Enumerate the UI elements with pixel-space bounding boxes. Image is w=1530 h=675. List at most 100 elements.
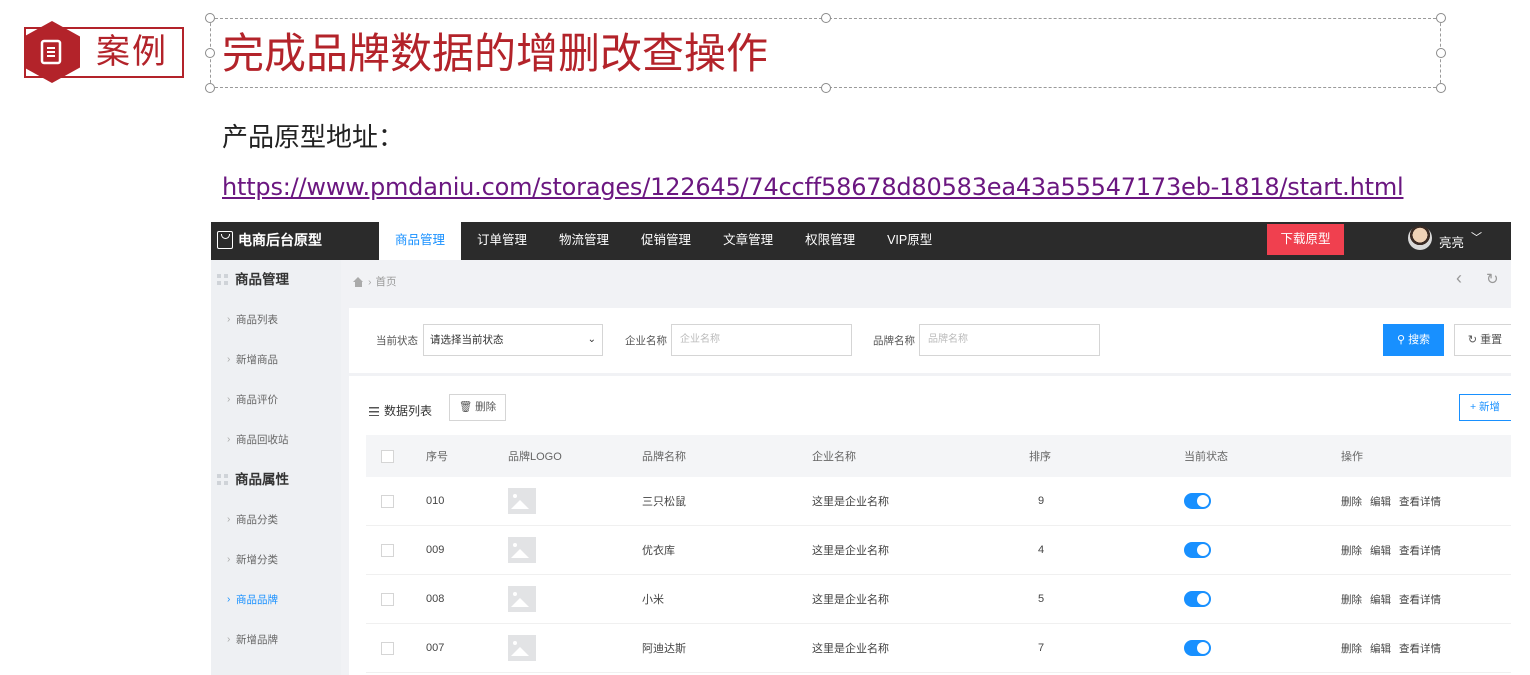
sidebar: 商品管理 商品列表 新增商品 商品评价 商品回收站 商品属性 商品分类 新增分类…: [211, 260, 341, 675]
row-delete-link[interactable]: 删除: [1341, 592, 1362, 607]
sidebar-item-add-brand[interactable]: 新增品牌: [211, 620, 341, 660]
resize-handle[interactable]: [821, 13, 831, 23]
row-detail-link[interactable]: 查看详情: [1399, 641, 1441, 656]
status-toggle[interactable]: [1184, 493, 1211, 509]
row-detail-link[interactable]: 查看详情: [1399, 494, 1441, 509]
resize-handle[interactable]: [205, 83, 215, 93]
resize-handle[interactable]: [821, 83, 831, 93]
breadcrumb: › 首页: [353, 274, 397, 289]
sidebar-item-product-list[interactable]: 商品列表: [211, 300, 341, 340]
nav-item-vip[interactable]: VIP原型: [871, 222, 948, 260]
table-row: 010 三只松鼠 这里是企业名称 9 删除 编辑 查看详情: [366, 477, 1511, 526]
row-detail-link[interactable]: 查看详情: [1399, 592, 1441, 607]
company-input[interactable]: 企业名称: [671, 324, 852, 356]
select-all-checkbox[interactable]: [381, 449, 394, 463]
nav-item-order[interactable]: 订单管理: [461, 222, 543, 260]
chevron-left-icon[interactable]: ‹: [1456, 268, 1462, 289]
sidebar-group-label: 商品管理: [235, 272, 289, 287]
resize-handle[interactable]: [205, 13, 215, 23]
brand[interactable]: 电商后台原型: [217, 230, 322, 250]
sidebar-group-product[interactable]: 商品管理: [211, 260, 341, 300]
top-nav: 商品管理 订单管理 物流管理 促销管理 文章管理 权限管理 VIP原型: [379, 222, 948, 260]
avatar[interactable]: [1408, 226, 1432, 250]
row-delete-link[interactable]: 删除: [1341, 494, 1362, 509]
company-name: 这里是企业名称: [812, 594, 889, 606]
nav-item-logistics[interactable]: 物流管理: [543, 222, 625, 260]
batch-delete-button[interactable]: 🗑 删除: [449, 394, 506, 421]
prototype-link[interactable]: https://www.pmdaniu.com/storages/122645/…: [222, 170, 1404, 204]
slide-title[interactable]: 完成品牌数据的增删改查操作: [222, 26, 768, 82]
row-checkbox[interactable]: [381, 494, 394, 508]
company-label: 企业名称: [625, 335, 667, 347]
user-name[interactable]: 亮亮: [1439, 232, 1464, 251]
breadcrumb-separator: ›: [368, 275, 372, 288]
list-icon: [369, 407, 379, 417]
sidebar-item-product-review[interactable]: 商品评价: [211, 380, 341, 420]
table-row: 008 小米 这里是企业名称 5 删除 编辑 查看详情: [366, 575, 1511, 624]
sidebar-item-category[interactable]: 商品分类: [211, 500, 341, 540]
column-header: 当前状态: [1184, 451, 1228, 463]
row-delete-link[interactable]: 删除: [1341, 543, 1362, 558]
breadcrumb-home[interactable]: 首页: [376, 274, 397, 289]
resize-handle[interactable]: [1436, 13, 1446, 23]
row-edit-link[interactable]: 编辑: [1370, 592, 1391, 607]
status-toggle[interactable]: [1184, 542, 1211, 558]
sidebar-group-attributes[interactable]: 商品属性: [211, 460, 341, 500]
row-detail-link[interactable]: 查看详情: [1399, 543, 1441, 558]
image-placeholder-icon: [508, 586, 536, 612]
brand-name: 阿迪达斯: [642, 643, 686, 655]
brand-name: 电商后台原型: [238, 232, 322, 248]
row-checkbox[interactable]: [381, 592, 394, 606]
row-delete-link[interactable]: 删除: [1341, 641, 1362, 656]
company-name: 这里是企业名称: [812, 496, 889, 508]
row-id: 007: [426, 642, 445, 654]
download-button[interactable]: 下载原型: [1267, 224, 1344, 255]
brand-table: 序号 品牌LOGO 品牌名称 企业名称 排序 当前状态 操作 010 三只松鼠 …: [366, 435, 1511, 673]
chevron-down-icon[interactable]: ﹀: [1471, 229, 1482, 245]
row-edit-link[interactable]: 编辑: [1370, 494, 1391, 509]
resize-handle[interactable]: [1436, 83, 1446, 93]
resize-handle[interactable]: [205, 48, 215, 58]
brand-name: 小米: [642, 594, 664, 606]
nav-item-permission[interactable]: 权限管理: [789, 222, 871, 260]
app-screenshot: 电商后台原型 商品管理 订单管理 物流管理 促销管理 文章管理 权限管理 VIP…: [211, 222, 1511, 675]
nav-item-product[interactable]: 商品管理: [379, 222, 462, 260]
row-checkbox[interactable]: [381, 543, 394, 557]
refresh-icon: ↻: [1467, 334, 1481, 346]
add-button[interactable]: + 新增: [1459, 394, 1511, 421]
home-icon[interactable]: [353, 276, 364, 287]
status-label: 当前状态: [376, 335, 418, 347]
sort-order: 9: [1038, 495, 1045, 507]
table-row: 007 阿迪达斯 这里是企业名称 7 删除 编辑 查看详情: [366, 624, 1511, 673]
refresh-icon[interactable]: ↻: [1486, 270, 1499, 288]
sidebar-item-brand[interactable]: 商品品牌: [211, 580, 341, 620]
company-name: 这里是企业名称: [812, 545, 889, 557]
reset-button[interactable]: ↻ 重置: [1454, 324, 1511, 356]
search-button-label: 搜索: [1408, 334, 1431, 346]
status-select-value: 请选择当前状态: [430, 334, 504, 346]
sidebar-item-recycle-bin[interactable]: 商品回收站: [211, 420, 341, 460]
sidebar-item-add-category[interactable]: 新增分类: [211, 540, 341, 580]
company-name: 这里是企业名称: [812, 643, 889, 655]
status-select[interactable]: 请选择当前状态 ⌄: [423, 324, 603, 356]
reset-button-label: 重置: [1480, 334, 1503, 346]
status-toggle[interactable]: [1184, 591, 1211, 607]
nav-item-article[interactable]: 文章管理: [707, 222, 789, 260]
filter-panel: 当前状态 请选择当前状态 ⌄ 企业名称 企业名称 品牌名称 品牌名称 ⚲ 搜索 …: [349, 308, 1511, 373]
sidebar-item-add-product[interactable]: 新增商品: [211, 340, 341, 380]
row-id: 010: [426, 495, 445, 507]
case-badge-label: 案例: [96, 32, 168, 72]
list-title: 数据列表: [369, 402, 432, 419]
row-edit-link[interactable]: 编辑: [1370, 543, 1391, 558]
status-toggle[interactable]: [1184, 640, 1211, 656]
search-button[interactable]: ⚲ 搜索: [1383, 324, 1444, 356]
brand-input[interactable]: 品牌名称: [919, 324, 1100, 356]
row-checkbox[interactable]: [381, 641, 394, 655]
image-placeholder-icon: [508, 537, 536, 563]
resize-handle[interactable]: [1436, 48, 1446, 58]
nav-item-promotion[interactable]: 促销管理: [625, 222, 707, 260]
row-edit-link[interactable]: 编辑: [1370, 641, 1391, 656]
search-icon: ⚲: [1396, 334, 1409, 346]
data-list-panel: 数据列表 🗑 删除 + 新增 序号 品牌LOGO 品牌名称 企业名称 排序 当前…: [349, 376, 1511, 675]
column-header: 品牌名称: [642, 451, 686, 463]
